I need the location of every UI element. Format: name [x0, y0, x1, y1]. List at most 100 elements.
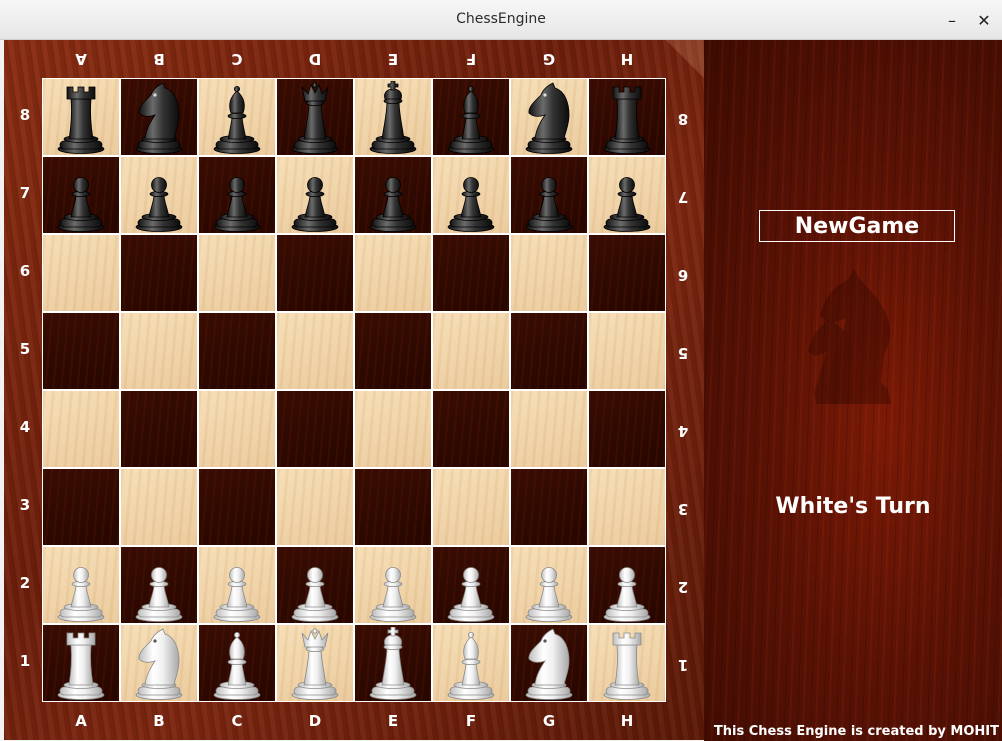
black-pawn-icon[interactable]	[129, 159, 189, 233]
square-c5[interactable]	[199, 313, 275, 389]
white-bishop-icon[interactable]	[441, 627, 501, 701]
white-pawn-icon[interactable]	[441, 549, 501, 623]
white-rook-icon[interactable]	[597, 627, 657, 701]
square-e2[interactable]	[355, 547, 431, 623]
square-f4[interactable]	[433, 391, 509, 467]
chess-board[interactable]	[42, 78, 666, 702]
square-d2[interactable]	[277, 547, 353, 623]
white-pawn-icon[interactable]	[51, 549, 111, 623]
square-b1[interactable]	[121, 625, 197, 701]
square-g1[interactable]	[511, 625, 587, 701]
square-d8[interactable]	[277, 79, 353, 155]
white-king-icon[interactable]	[363, 627, 423, 701]
square-f1[interactable]	[433, 625, 509, 701]
black-pawn-icon[interactable]	[285, 159, 345, 233]
square-c1[interactable]	[199, 625, 275, 701]
square-a3[interactable]	[43, 469, 119, 545]
white-rook-icon[interactable]	[51, 627, 111, 701]
white-pawn-icon[interactable]	[363, 549, 423, 623]
black-pawn-icon[interactable]	[597, 159, 657, 233]
square-c7[interactable]	[199, 157, 275, 233]
square-f8[interactable]	[433, 79, 509, 155]
square-f5[interactable]	[433, 313, 509, 389]
black-knight-icon[interactable]	[519, 81, 579, 155]
black-king-icon[interactable]	[363, 81, 423, 155]
white-pawn-icon[interactable]	[207, 549, 267, 623]
square-d3[interactable]	[277, 469, 353, 545]
black-pawn-icon[interactable]	[51, 159, 111, 233]
square-b8[interactable]	[121, 79, 197, 155]
black-rook-icon[interactable]	[597, 81, 657, 155]
new-game-button[interactable]: NewGame	[759, 210, 955, 242]
square-e4[interactable]	[355, 391, 431, 467]
square-a2[interactable]	[43, 547, 119, 623]
square-h5[interactable]	[589, 313, 665, 389]
square-h2[interactable]	[589, 547, 665, 623]
square-d1[interactable]	[277, 625, 353, 701]
square-b7[interactable]	[121, 157, 197, 233]
square-h8[interactable]	[589, 79, 665, 155]
black-rook-icon[interactable]	[51, 81, 111, 155]
square-c4[interactable]	[199, 391, 275, 467]
square-g7[interactable]	[511, 157, 587, 233]
square-b2[interactable]	[121, 547, 197, 623]
square-c8[interactable]	[199, 79, 275, 155]
square-g6[interactable]	[511, 235, 587, 311]
minimize-button[interactable]: –	[938, 6, 966, 34]
white-pawn-icon[interactable]	[597, 549, 657, 623]
square-c3[interactable]	[199, 469, 275, 545]
black-pawn-icon[interactable]	[363, 159, 423, 233]
square-f6[interactable]	[433, 235, 509, 311]
square-g8[interactable]	[511, 79, 587, 155]
square-d6[interactable]	[277, 235, 353, 311]
white-queen-icon[interactable]	[285, 627, 345, 701]
square-g5[interactable]	[511, 313, 587, 389]
square-e8[interactable]	[355, 79, 431, 155]
square-d5[interactable]	[277, 313, 353, 389]
square-g2[interactable]	[511, 547, 587, 623]
square-e5[interactable]	[355, 313, 431, 389]
black-queen-icon[interactable]	[285, 81, 345, 155]
black-bishop-icon[interactable]	[441, 81, 501, 155]
square-g3[interactable]	[511, 469, 587, 545]
black-pawn-icon[interactable]	[519, 159, 579, 233]
black-bishop-icon[interactable]	[207, 81, 267, 155]
white-pawn-icon[interactable]	[285, 549, 345, 623]
square-e3[interactable]	[355, 469, 431, 545]
white-bishop-icon[interactable]	[207, 627, 267, 701]
square-h6[interactable]	[589, 235, 665, 311]
black-pawn-icon[interactable]	[441, 159, 501, 233]
square-d7[interactable]	[277, 157, 353, 233]
white-knight-icon[interactable]	[129, 627, 189, 701]
white-pawn-icon[interactable]	[519, 549, 579, 623]
square-f7[interactable]	[433, 157, 509, 233]
black-knight-icon[interactable]	[129, 81, 189, 155]
square-f2[interactable]	[433, 547, 509, 623]
black-pawn-icon[interactable]	[207, 159, 267, 233]
square-f3[interactable]	[433, 469, 509, 545]
square-h7[interactable]	[589, 157, 665, 233]
square-a4[interactable]	[43, 391, 119, 467]
square-b4[interactable]	[121, 391, 197, 467]
square-b5[interactable]	[121, 313, 197, 389]
square-g4[interactable]	[511, 391, 587, 467]
square-a5[interactable]	[43, 313, 119, 389]
square-c6[interactable]	[199, 235, 275, 311]
square-a8[interactable]	[43, 79, 119, 155]
square-b6[interactable]	[121, 235, 197, 311]
square-e6[interactable]	[355, 235, 431, 311]
square-b3[interactable]	[121, 469, 197, 545]
square-e7[interactable]	[355, 157, 431, 233]
square-e1[interactable]	[355, 625, 431, 701]
white-knight-icon[interactable]	[519, 627, 579, 701]
square-a6[interactable]	[43, 235, 119, 311]
white-pawn-icon[interactable]	[129, 549, 189, 623]
square-d4[interactable]	[277, 391, 353, 467]
square-a7[interactable]	[43, 157, 119, 233]
square-h4[interactable]	[589, 391, 665, 467]
square-h3[interactable]	[589, 469, 665, 545]
square-h1[interactable]	[589, 625, 665, 701]
square-c2[interactable]	[199, 547, 275, 623]
close-button[interactable]: ✕	[970, 6, 998, 34]
square-a1[interactable]	[43, 625, 119, 701]
